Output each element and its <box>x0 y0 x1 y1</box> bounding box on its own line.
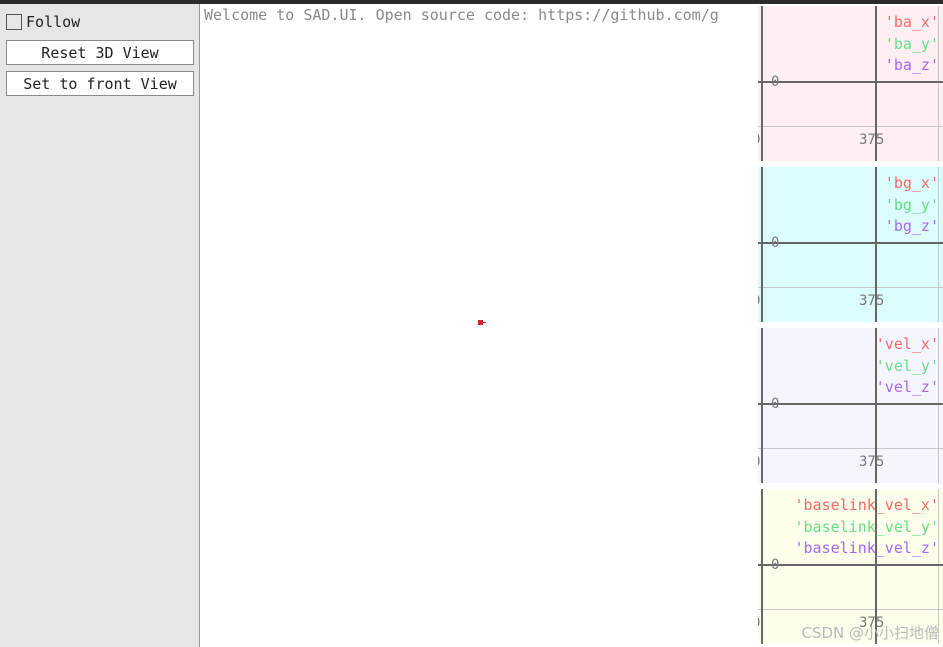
y-tick-label: 0 <box>771 74 780 90</box>
legend-item-x: 'bg_x' <box>884 174 939 192</box>
grid-line <box>758 609 943 610</box>
plot-legend: 'baselink_vel_x' 'baselink_vel_y' 'basel… <box>795 495 940 560</box>
welcome-text: Welcome to SAD.UI. Open source code: htt… <box>204 6 719 24</box>
legend-item-z: 'bg_z' <box>884 217 939 235</box>
grid-line <box>758 126 943 127</box>
reset-3d-view-button[interactable]: Reset 3D View <box>6 40 194 65</box>
legend-item-y: 'vel_y' <box>875 356 939 375</box>
x-tick-label: 0 <box>758 293 760 309</box>
3d-viewport[interactable]: Welcome to SAD.UI. Open source code: htt… <box>201 4 758 647</box>
plot-baselink-vel[interactable]: 0 0 375 'baselink_vel_x' 'baselink_vel_y… <box>758 489 943 644</box>
legend-item-z: 'baselink_vel_z' <box>794 539 940 557</box>
zero-line <box>758 403 943 405</box>
vehicle-heading-marker <box>483 322 486 323</box>
plot-ba[interactable]: 0 0 375 'ba_x' 'ba_y' 'ba_z' <box>758 6 943 161</box>
set-front-view-button[interactable]: Set to front View <box>6 71 194 96</box>
zero-line <box>758 242 943 244</box>
y-axis <box>761 6 763 161</box>
watermark-text: CSDN @小小扫地僧 <box>801 624 939 642</box>
x-tick-label: 0 <box>758 132 760 148</box>
legend-item-z: 'vel_z' <box>875 378 939 396</box>
legend-item-x: 'ba_x' <box>884 13 939 31</box>
y-tick-label: 0 <box>771 396 780 412</box>
legend-item-z: 'ba_z' <box>884 56 939 74</box>
grid-line <box>758 287 943 288</box>
y-axis <box>761 489 763 644</box>
zero-line <box>758 564 943 566</box>
plot-bg[interactable]: 0 0 375 'bg_x' 'bg_y' 'bg_z' <box>758 167 943 322</box>
plot-legend: 'bg_x' 'bg_y' 'bg_z' <box>885 173 939 238</box>
legend-item-y: 'ba_y' <box>884 34 939 53</box>
y-tick-label: 0 <box>771 235 780 251</box>
control-sidebar: Follow Reset 3D View Set to front View <box>0 4 200 647</box>
x-tick-label: 0 <box>758 454 760 470</box>
plot-legend: 'vel_x' 'vel_y' 'vel_z' <box>876 334 939 399</box>
legend-item-y: 'bg_y' <box>884 195 939 214</box>
y-tick-label: 0 <box>771 557 780 573</box>
legend-item-x: 'vel_x' <box>875 335 939 353</box>
plot-legend: 'ba_x' 'ba_y' 'ba_z' <box>885 12 939 77</box>
legend-item-x: 'baselink_vel_x' <box>794 496 940 514</box>
follow-checkbox[interactable] <box>6 14 22 30</box>
x-tick-label: 375 <box>859 132 885 148</box>
follow-label: Follow <box>26 13 81 31</box>
y-axis <box>761 167 763 322</box>
follow-toggle[interactable]: Follow <box>6 12 80 32</box>
plot-vel[interactable]: 0 0 375 'vel_x' 'vel_y' 'vel_z' <box>758 328 943 483</box>
x-tick-label: 0 <box>758 615 760 631</box>
grid-line <box>758 448 943 449</box>
legend-item-y: 'baselink_vel_y' <box>794 517 940 536</box>
x-tick-label: 375 <box>859 293 885 309</box>
y-axis <box>761 328 763 483</box>
x-tick-label: 375 <box>859 454 885 470</box>
zero-line <box>758 81 943 83</box>
